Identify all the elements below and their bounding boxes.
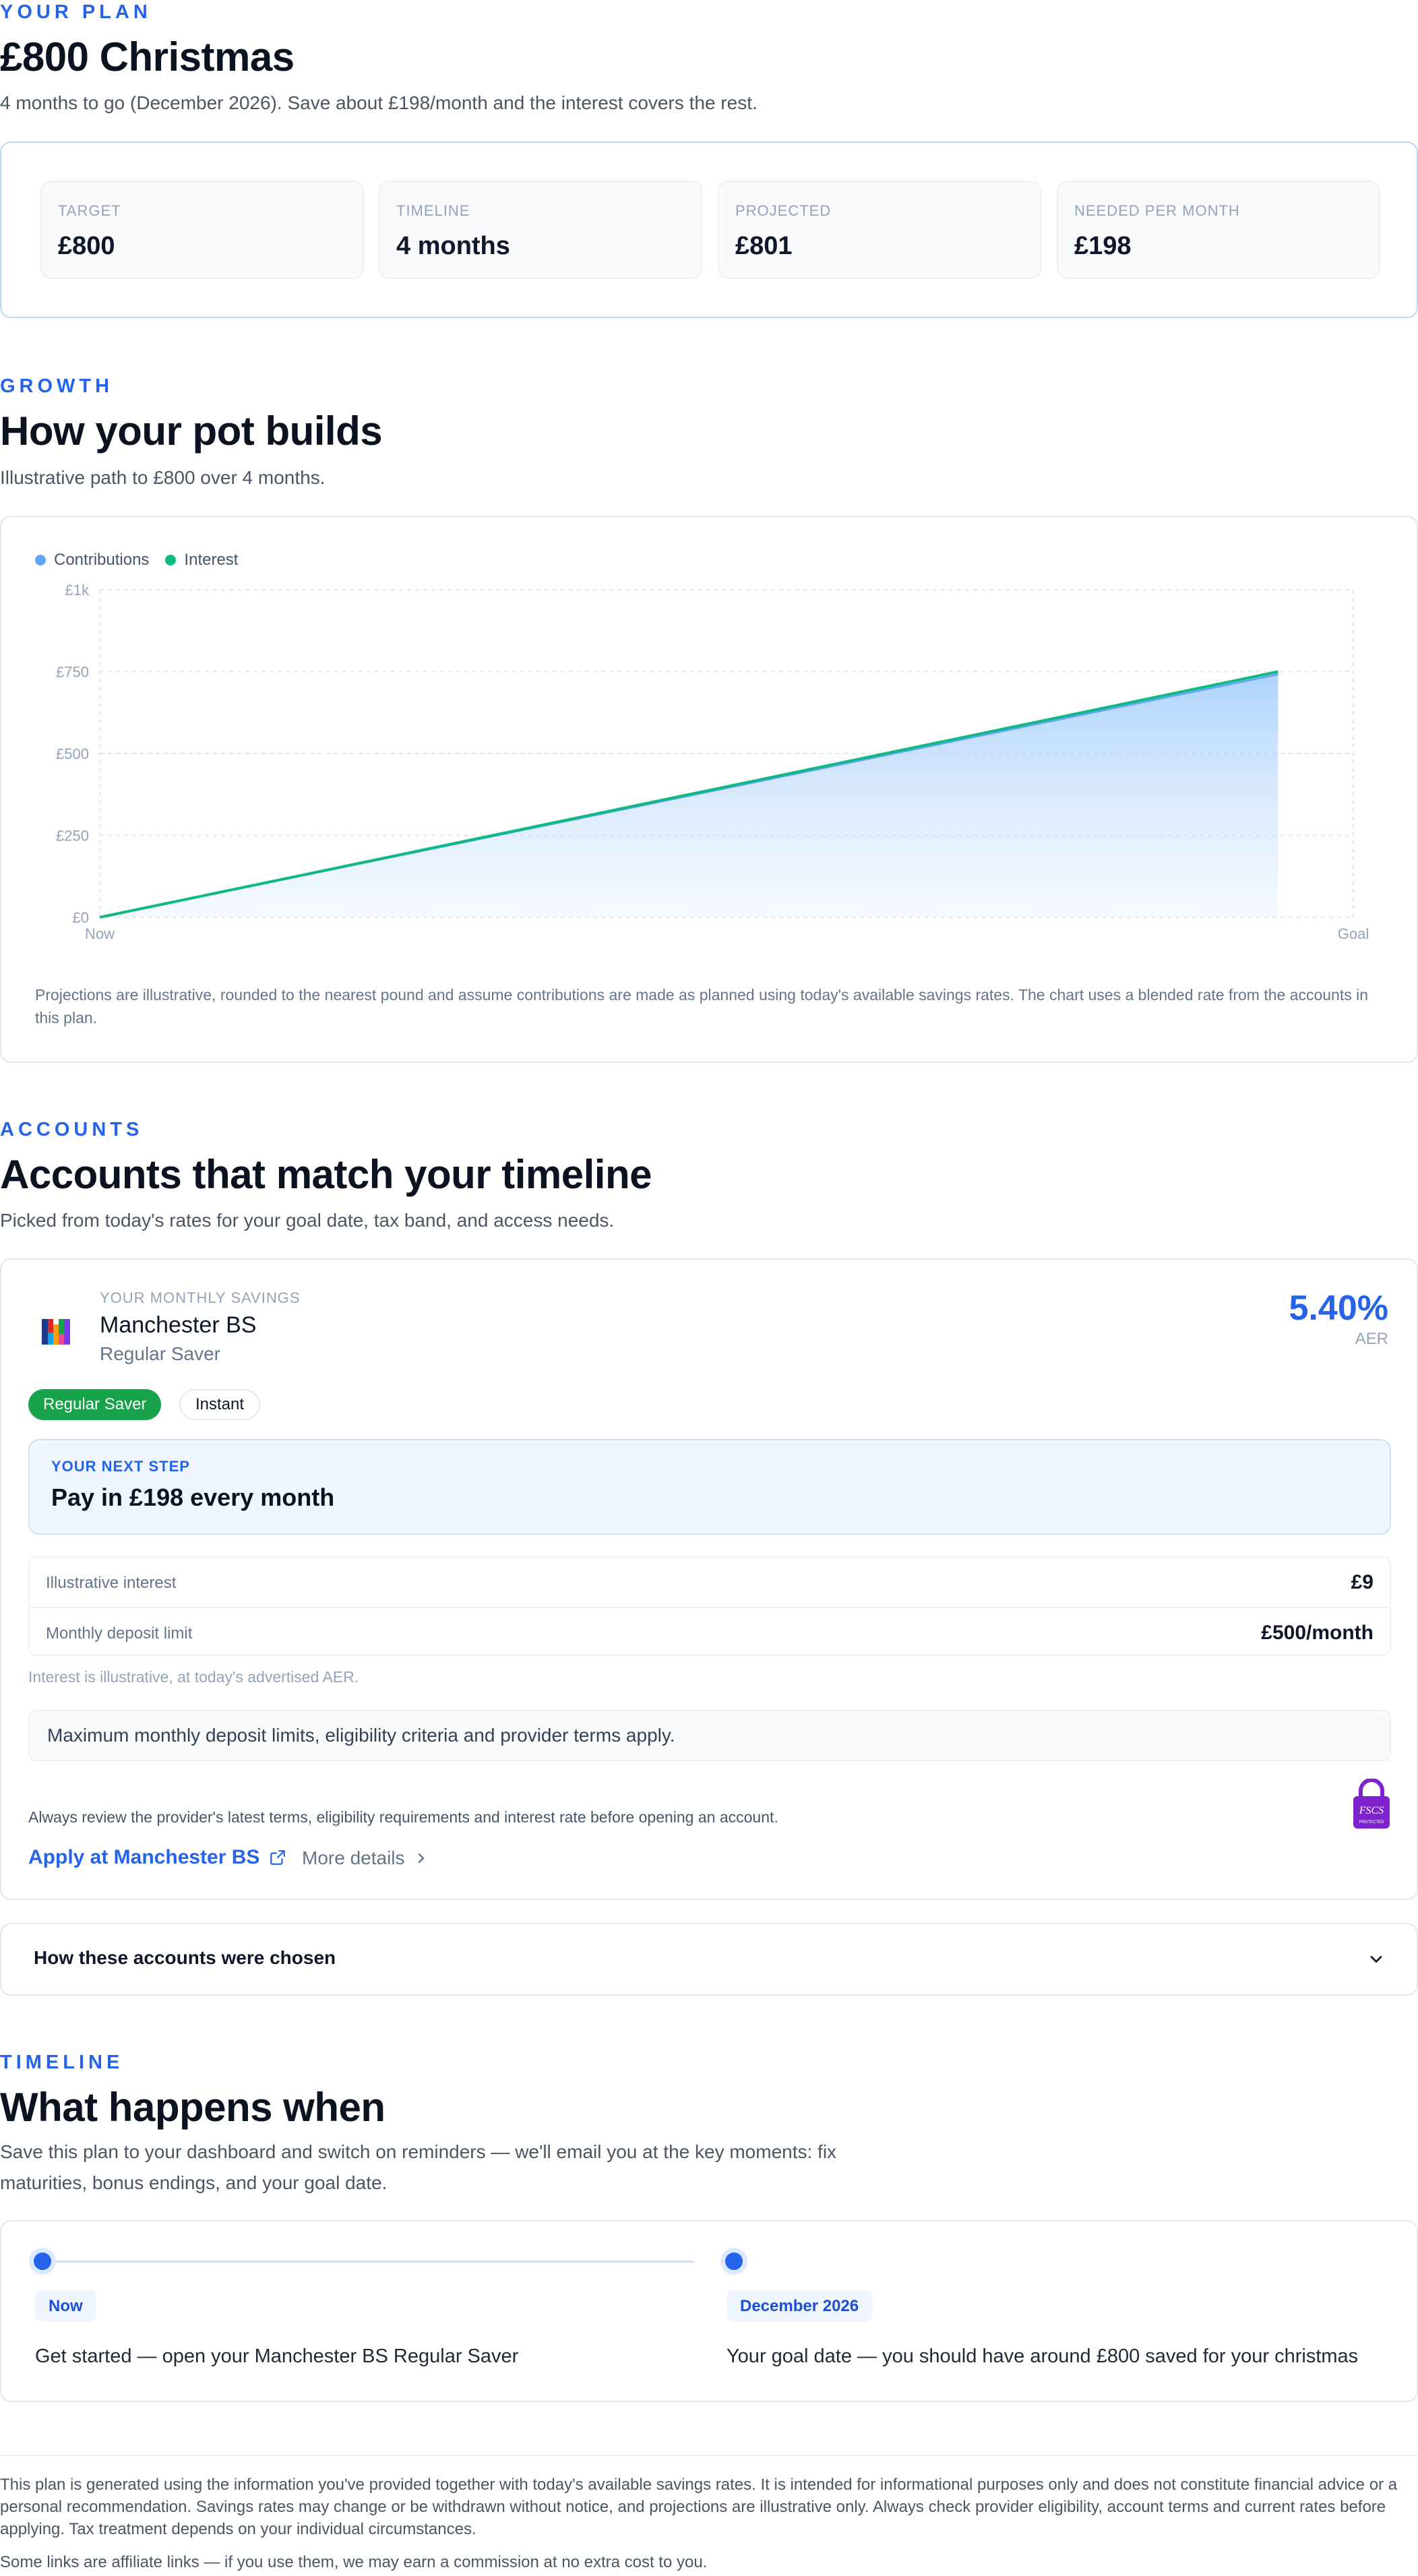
stat-value: £198 bbox=[1074, 232, 1132, 260]
chart-disclaimer: Projections are illustrative, rounded to… bbox=[35, 986, 1369, 1026]
account-eyebrow: YOUR MONTHLY SAVINGS bbox=[100, 1289, 301, 1306]
more-details-label: More details bbox=[302, 1847, 405, 1868]
y-tick-label: £750 bbox=[56, 664, 89, 681]
apply-link[interactable]: Apply at Manchester BS bbox=[28, 1846, 286, 1869]
detail-value: £500/month bbox=[1261, 1622, 1374, 1644]
account-product: Regular Saver bbox=[100, 1343, 220, 1364]
footer-divider bbox=[0, 2455, 1418, 2456]
legend-swatch bbox=[35, 555, 46, 565]
account-rate-label: AER bbox=[1355, 1330, 1388, 1348]
x-tick-label: Goal bbox=[1338, 925, 1369, 942]
accounts-subtitle: Picked from today's rates for your goal … bbox=[0, 1210, 615, 1231]
account-provider: Manchester BS bbox=[100, 1312, 257, 1338]
timeline-text: Your goal date — you should have around … bbox=[727, 2345, 1359, 2367]
account-rate: 5.40% bbox=[1289, 1289, 1388, 1328]
apply-label: Apply at Manchester BS bbox=[28, 1846, 260, 1868]
x-tick-label: Now bbox=[85, 925, 115, 942]
detail-value: £9 bbox=[1351, 1571, 1374, 1593]
legend-swatch bbox=[165, 555, 177, 565]
stat-label: NEEDED PER MONTH bbox=[1074, 202, 1240, 219]
timeline-title: What happens when bbox=[0, 2085, 386, 2130]
timeline-marker bbox=[34, 2252, 51, 2270]
stat-projected: PROJECTED £801 bbox=[718, 181, 1041, 279]
plan-subtitle: 4 months to go (December 2026). Save abo… bbox=[0, 92, 758, 113]
stat-value: £801 bbox=[735, 232, 793, 260]
timeline-card: Now December 2026 Get started — open you… bbox=[0, 2220, 1418, 2402]
manchester-bs-logo bbox=[42, 1319, 70, 1345]
timeline-text: Get started — open your Manchester BS Re… bbox=[35, 2345, 519, 2367]
legend-label: Interest bbox=[184, 551, 239, 569]
stat-timeline: TIMELINE 4 months bbox=[379, 181, 702, 279]
detail-row: Illustrative interest £9 bbox=[30, 1558, 1390, 1607]
stat-label: PROJECTED bbox=[735, 202, 832, 219]
growth-eyebrow: GROWTH bbox=[0, 375, 114, 397]
chart-legend: Contributions Interest bbox=[35, 551, 238, 570]
stat-label: TARGET bbox=[58, 202, 121, 219]
stat-label: TIMELINE bbox=[396, 202, 470, 219]
accordion-title: How these accounts were chosen bbox=[34, 1947, 336, 1968]
y-tick-label: £1k bbox=[65, 584, 90, 599]
timeline-subtitle: Save this plan to your dashboard and swi… bbox=[0, 2141, 837, 2193]
y-tick-label: £500 bbox=[56, 745, 89, 762]
tag-instant: Instant bbox=[179, 1389, 261, 1420]
review-note: Always review the provider's latest term… bbox=[28, 1808, 778, 1826]
limits-note: Maximum monthly deposit limits, eligibil… bbox=[28, 1710, 1391, 1761]
accounts-eyebrow: ACCOUNTS bbox=[0, 1119, 144, 1140]
plan-summary-card: TARGET £800 TIMELINE 4 months PROJECTED … bbox=[0, 142, 1418, 318]
plan-eyebrow: YOUR PLAN bbox=[0, 1, 152, 23]
stat-value: £800 bbox=[58, 232, 115, 260]
growth-chart-card: Contributions Interest £0 £250 £500 £750 £1k… bbox=[0, 516, 1418, 1063]
how-accounts-chosen-accordion[interactable]: How these accounts were chosen bbox=[0, 1923, 1418, 1996]
external-link-icon bbox=[270, 1850, 286, 1865]
y-tick-label: £250 bbox=[56, 828, 89, 845]
stat-needed-per-month: NEEDED PER MONTH £198 bbox=[1057, 181, 1380, 279]
tag-regular-saver: Regular Saver bbox=[28, 1389, 162, 1420]
detail-label: Illustrative interest bbox=[46, 1574, 177, 1592]
plan-title: £800 Christmas bbox=[0, 34, 295, 80]
timeline-when: Now bbox=[35, 2290, 96, 2321]
legend-label: Contributions bbox=[54, 551, 150, 569]
chevron-right-icon bbox=[418, 1853, 424, 1864]
next-step-panel: YOUR NEXT STEP Pay in £198 every month bbox=[28, 1439, 1391, 1535]
growth-chart: £0 £250 £500 £750 £1k Now Goal bbox=[56, 584, 1369, 942]
stat-value: 4 months bbox=[396, 232, 510, 260]
y-tick-label: £0 bbox=[73, 909, 89, 926]
fscs-protected-badge: FSCS PROTECTED bbox=[1353, 1779, 1390, 1829]
fscs-sub: PROTECTED bbox=[1359, 1820, 1384, 1824]
growth-subtitle: Illustrative path to £800 over 4 months. bbox=[0, 467, 326, 488]
account-details-table: Illustrative interest £9 Monthly deposit… bbox=[28, 1556, 1391, 1656]
timeline-marker bbox=[725, 2252, 743, 2270]
fscs-text: FSCS bbox=[1359, 1805, 1384, 1816]
timeline-connector bbox=[54, 2261, 694, 2263]
next-step-label: YOUR NEXT STEP bbox=[51, 1458, 190, 1475]
detail-row: Monthly deposit limit £500/month bbox=[30, 1607, 1390, 1656]
detail-label: Monthly deposit limit bbox=[46, 1624, 193, 1643]
account-card: YOUR MONTHLY SAVINGS Manchester BS Regul… bbox=[0, 1258, 1418, 1900]
next-step-value: Pay in £198 every month bbox=[51, 1483, 335, 1511]
interest-note: Interest is illustrative, at today's adv… bbox=[28, 1668, 359, 1686]
chevron-down-icon bbox=[1370, 1956, 1382, 1963]
legend-interest: Interest bbox=[165, 551, 238, 570]
affiliate-note: Some links are affiliate links — if you … bbox=[0, 2553, 708, 2571]
legend-contributions: Contributions bbox=[35, 551, 149, 570]
growth-title: How your pot builds bbox=[0, 408, 383, 454]
more-details-button[interactable]: More details bbox=[302, 1847, 428, 1869]
footer-disclaimer: This plan is generated using the informa… bbox=[0, 2476, 1398, 2538]
stat-target: TARGET £800 bbox=[40, 181, 364, 279]
accounts-title: Accounts that match your timeline bbox=[0, 1152, 652, 1197]
timeline-eyebrow: TIMELINE bbox=[0, 2052, 124, 2073]
timeline-when: December 2026 bbox=[727, 2290, 873, 2321]
